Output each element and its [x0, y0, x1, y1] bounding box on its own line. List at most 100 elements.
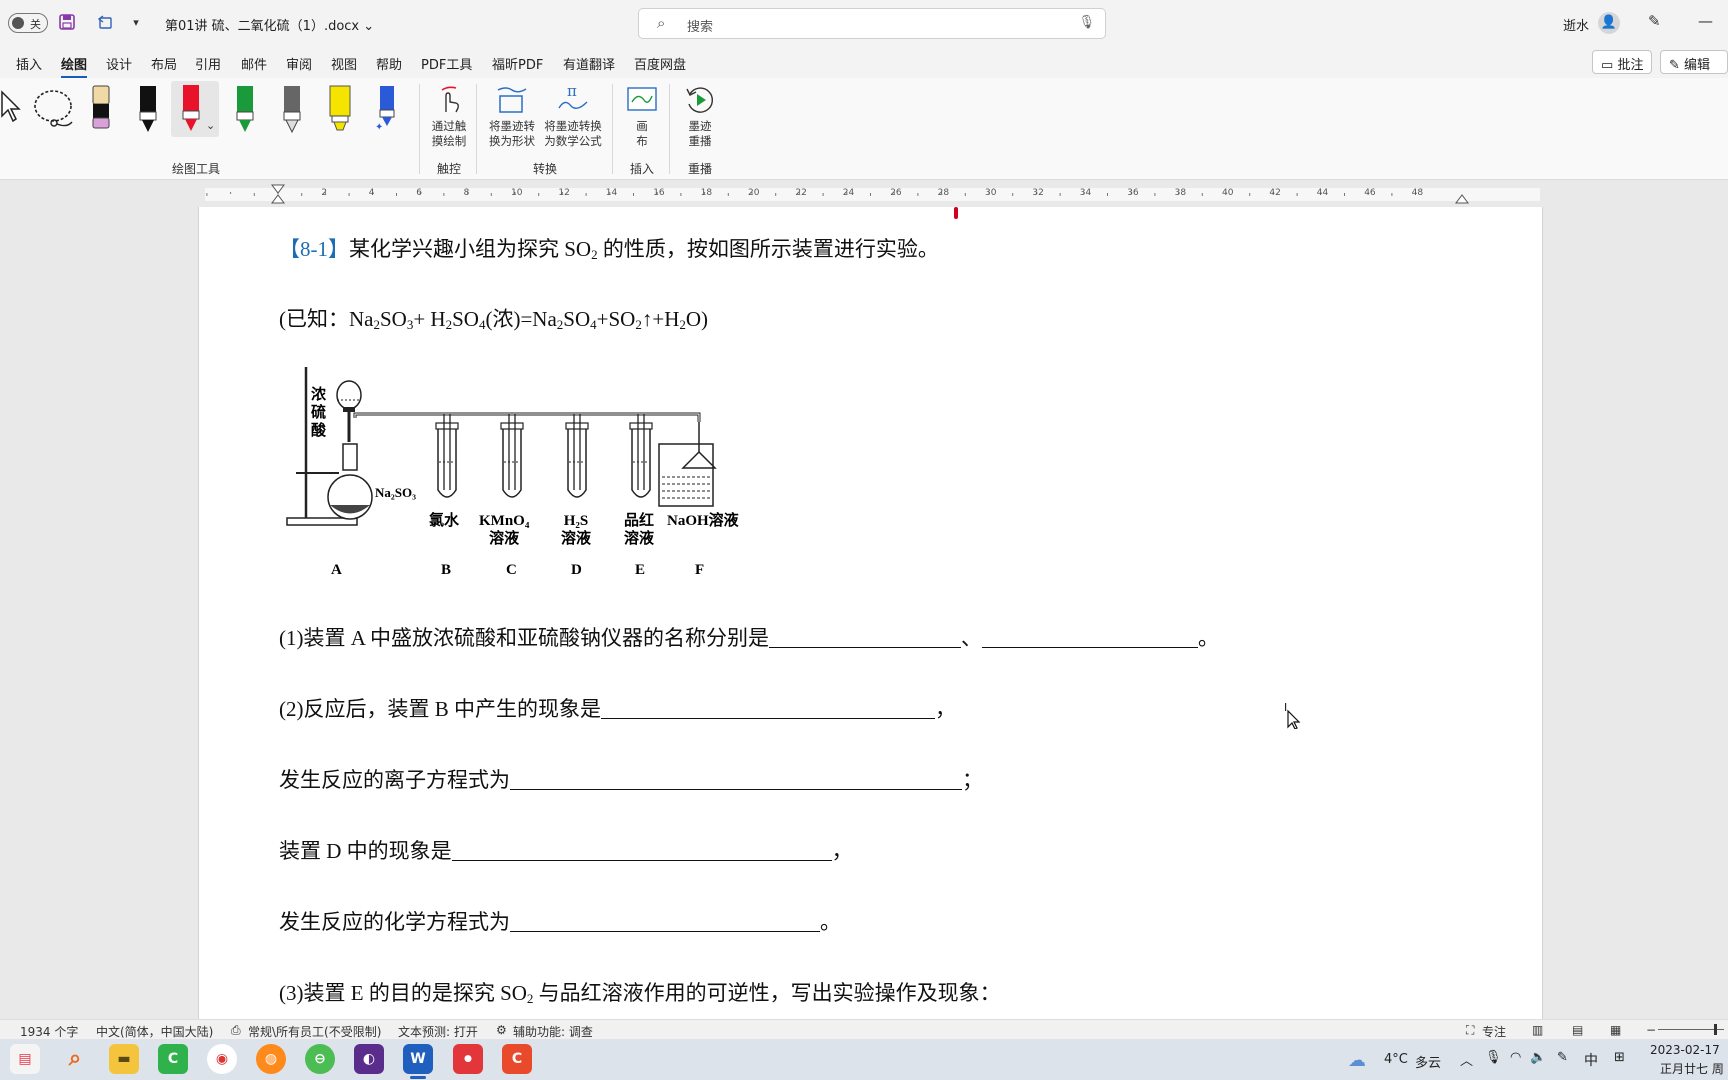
pen-red-selected[interactable]: ⌄ [171, 81, 219, 137]
ime-indicator[interactable]: 中 [1584, 1050, 1598, 1070]
tab-mailings[interactable]: 邮件 [241, 54, 267, 73]
user-name[interactable]: 逝水 [1563, 15, 1589, 34]
autosave-toggle[interactable]: 关 [8, 13, 48, 33]
pen-settings-icon[interactable]: ✎ [1648, 12, 1661, 30]
zoom-slider-thumb[interactable] [1714, 1024, 1717, 1035]
q2d-end: 。 [820, 910, 841, 934]
lasso-select-icon[interactable] [32, 88, 78, 136]
clock-date[interactable]: 2023-02-17 [1650, 1043, 1720, 1057]
tab-layout[interactable]: 布局 [151, 54, 177, 73]
avatar-icon[interactable]: 👤 [1598, 12, 1620, 34]
print-layout-icon[interactable]: ▤ [1572, 1023, 1583, 1037]
eq-text: SO [452, 307, 479, 331]
horizontal-ruler[interactable]: 2 4 6 8 10 12 14 16 18 20 22 24 26 28 30 32 34 36 38 40 42 44… [0, 181, 1728, 207]
text-prediction-status[interactable]: 文本预测: 打开 [398, 1023, 478, 1040]
tab-youdao-translate[interactable]: 有道翻译 [563, 54, 615, 73]
tab-view[interactable]: 视图 [331, 54, 357, 73]
ink-replay-button[interactable]: 墨迹 重播 [682, 119, 718, 149]
focus-mode-button[interactable]: 专注 [1482, 1023, 1506, 1040]
select-objects-icon[interactable] [0, 90, 22, 128]
document-page[interactable]: 【8-1】某化学兴趣小组为探究 SO2 的性质，按如图所示装置进行实验。 (已知… [198, 207, 1543, 1019]
undo-icon[interactable] [96, 13, 116, 33]
document-title[interactable]: 第01讲 硫、二氧化硫（1）.docx ⌄ [165, 15, 374, 34]
ink-replay-icon[interactable] [684, 84, 716, 120]
answer-blank-3[interactable] [601, 699, 935, 719]
answer-blank-4[interactable] [510, 770, 962, 790]
answer-blank-2[interactable] [982, 628, 1198, 648]
firefox-icon[interactable]: ◍ [256, 1044, 286, 1074]
store-app-icon[interactable]: ▤ [10, 1044, 40, 1074]
editing-mode-label: 编辑 [1684, 58, 1711, 73]
ime-grid-icon[interactable]: ⊞ [1614, 1050, 1625, 1065]
eq-text: (浓)=Na [485, 307, 557, 331]
ink-to-math-icon[interactable]: π [557, 82, 591, 118]
q2a-text: (2)反应后，装置 B 中产生的现象是 [279, 697, 601, 721]
tab-draw[interactable]: 绘图 [61, 54, 88, 79]
tab-foxit-pdf[interactable]: 福昕PDF [492, 54, 543, 73]
microphone-icon[interactable]: 🎙 [1485, 1050, 1502, 1065]
network-icon[interactable]: ◠ [1510, 1050, 1521, 1065]
pencil-gray-icon[interactable] [280, 84, 304, 138]
tab-review[interactable]: 审阅 [286, 54, 312, 73]
camtasia-app-icon[interactable]: C [158, 1044, 188, 1074]
group-separator [476, 84, 477, 174]
microphone-icon[interactable]: 🎙 [1078, 15, 1095, 30]
search-app-icon[interactable]: ⌕ [60, 1044, 90, 1074]
weather-description[interactable]: 多云 [1415, 1052, 1441, 1071]
save-icon[interactable] [57, 13, 77, 33]
highlighter-pink-icon[interactable] [90, 84, 112, 136]
document-title-text: 第01讲 硫、二氧化硫（1）.docx [165, 19, 360, 34]
chrome-icon[interactable]: ◉ [207, 1044, 237, 1074]
touch-draw-icon[interactable] [434, 84, 464, 118]
tab-baidu-netdisk[interactable]: 百度网盘 [634, 54, 686, 73]
highlighter-yellow-icon[interactable] [327, 84, 353, 138]
ink-to-shape-icon[interactable] [496, 84, 528, 120]
web-layout-icon[interactable]: ▦ [1610, 1023, 1621, 1037]
word-count[interactable]: 1934 个字 [20, 1023, 78, 1040]
ink-to-shape-button[interactable]: 将墨迹转 换为形状 [486, 119, 538, 149]
pen-galaxy-icon[interactable]: ✦ [374, 84, 400, 138]
customize-toolbar-icon[interactable]: ▾ [126, 13, 146, 33]
pen-green-icon[interactable] [233, 84, 257, 138]
windows-taskbar: ▤ ⌕ ▬ C ◉ ◍ ⊖ ◐ W ⏺ C ☁ 4°C 多云 ︿ 🎙 ◠ 🔈 ✎… [0, 1039, 1728, 1080]
file-explorer-icon[interactable]: ▬ [109, 1044, 139, 1074]
editing-mode-button[interactable]: ✎ 编辑 ⌄ [1660, 50, 1728, 88]
app-purple-icon[interactable]: ◐ [354, 1044, 384, 1074]
app-green-icon[interactable]: ⊖ [305, 1044, 335, 1074]
q2b-text: 发生反应的离子方程式为 [279, 768, 510, 792]
search-input[interactable]: ⌕ 搜索 🎙 [638, 8, 1106, 39]
touch-draw-button[interactable]: 通过触 摸绘制 [428, 119, 470, 149]
ink-replay-label-1: 墨迹 [688, 119, 712, 133]
pen-menu-icon[interactable]: ✎ [1557, 1050, 1568, 1065]
answer-blank-6[interactable] [510, 912, 820, 932]
tab-references[interactable]: 引用 [195, 54, 221, 73]
pen-black-icon[interactable] [136, 84, 160, 138]
weather-temperature[interactable]: 4°C [1384, 1052, 1408, 1067]
ink-to-math-button[interactable]: 将墨迹转换 为数学公式 [540, 119, 606, 149]
drawing-canvas-icon[interactable] [626, 84, 658, 118]
word-app-icon[interactable]: W [403, 1044, 433, 1074]
chevron-up-icon[interactable]: ︿ [1460, 1050, 1473, 1069]
chevron-down-icon[interactable]: ⌄ [206, 119, 215, 132]
volume-icon[interactable]: 🔈 [1530, 1050, 1546, 1065]
clock-lunar-date[interactable]: 正月廿七 周五 [1660, 1060, 1728, 1080]
language-indicator[interactable]: 中文(简体，中国大陆) [96, 1023, 213, 1040]
tab-pdf-tools[interactable]: PDF工具 [421, 54, 472, 73]
app-red-icon[interactable]: ⏺ [453, 1044, 483, 1074]
apparatus-figure[interactable]: 浓 硫 酸 Na₂SO₃ 氯水 KMnO₄ 溶液 H₂S 溶液 品红 溶液 NaOH溶液 AB… [279, 362, 759, 582]
sensitivity-label[interactable]: 常规\所有员工(不受限制) [248, 1023, 381, 1040]
figure-letter: E [635, 562, 646, 578]
read-mode-icon[interactable]: ▥ [1532, 1023, 1543, 1037]
tab-insert[interactable]: 插入 [16, 54, 42, 73]
tab-design[interactable]: 设计 [106, 54, 132, 73]
flask-label: Na₂SO₃ [375, 485, 417, 500]
comments-button[interactable]: ▭ 批注 [1592, 50, 1653, 74]
minimize-icon[interactable]: — [1698, 12, 1713, 30]
accessibility-status[interactable]: 辅助功能: 调查 [513, 1023, 593, 1040]
answer-blank-1[interactable] [769, 628, 961, 648]
drawing-canvas-button[interactable]: 画 布 [628, 119, 656, 149]
tab-help[interactable]: 帮助 [376, 54, 402, 73]
answer-blank-5[interactable] [451, 841, 832, 861]
camtasia-recorder-icon[interactable]: C [502, 1044, 532, 1074]
zoom-out-icon[interactable]: − [1646, 1023, 1656, 1037]
